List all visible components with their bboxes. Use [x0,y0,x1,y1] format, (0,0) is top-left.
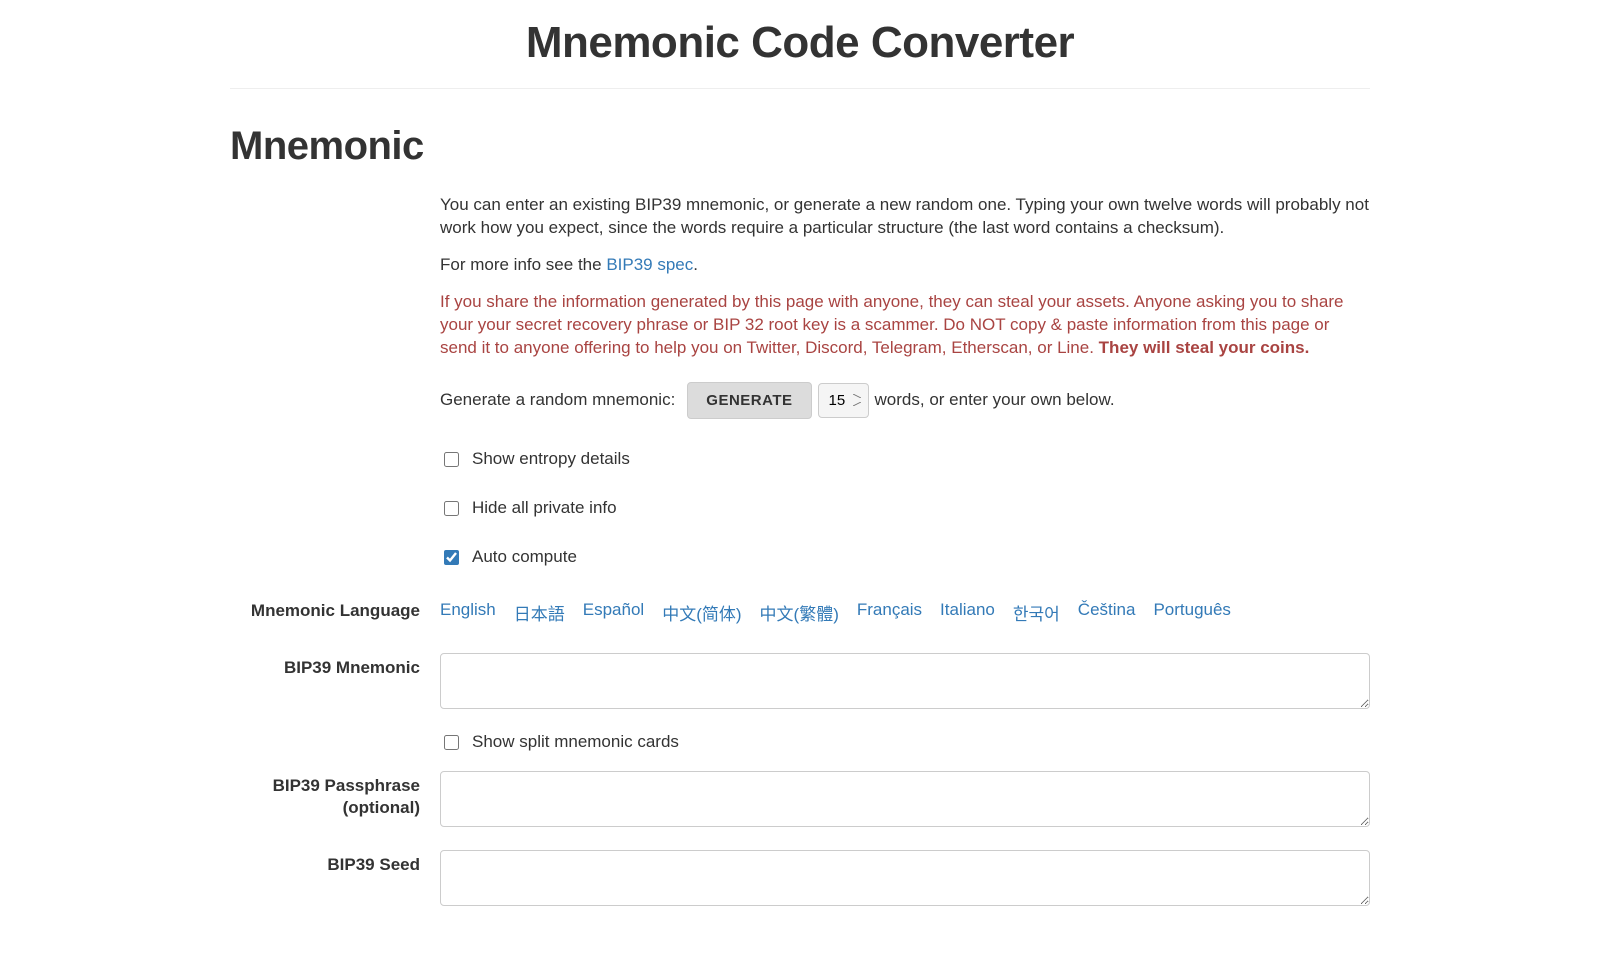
intro-para2-suffix: . [693,255,698,274]
language-link[interactable]: Português [1153,600,1231,625]
language-link[interactable]: 日本語 [514,600,565,625]
divider [230,88,1370,89]
page-title: Mnemonic Code Converter [230,18,1370,68]
language-link[interactable]: Italiano [940,600,995,625]
language-link[interactable]: 한국어 [1013,600,1060,625]
generate-row: Generate a random mnemonic: GENERATE 15 … [440,382,1370,419]
language-link[interactable]: 中文(繁體) [760,600,839,625]
auto-compute-checkbox[interactable] [444,550,459,565]
language-link[interactable]: Čeština [1078,600,1136,625]
show-split-label[interactable]: Show split mnemonic cards [472,732,679,752]
generate-button[interactable]: GENERATE [687,382,811,419]
show-entropy-checkbox[interactable] [444,452,459,467]
show-entropy-row: Show entropy details [440,449,1370,470]
bip39-passphrase-label-line2: (optional) [343,798,420,817]
bip39-mnemonic-label: BIP39 Mnemonic [230,653,440,714]
bip39-passphrase-label-line1: BIP39 Passphrase [273,776,420,795]
language-list: English 日本語 Español 中文(简体) 中文(繁體) Français Ita… [440,600,1370,625]
show-split-checkbox[interactable] [444,735,459,750]
bip39-seed-label: BIP39 Seed [230,850,440,911]
intro-para2-prefix: For more info see the [440,255,606,274]
language-link[interactable]: 中文(简体) [662,600,741,625]
warning-bold: They will steal your coins. [1099,338,1310,357]
generate-trail-text: words, or enter your own below. [875,390,1115,410]
bip39-mnemonic-input[interactable] [440,653,1370,709]
hide-private-checkbox[interactable] [444,501,459,516]
hide-private-row: Hide all private info [440,498,1370,519]
bip39-seed-input[interactable] [440,850,1370,906]
language-link[interactable]: Français [857,600,922,625]
intro-paragraph-1: You can enter an existing BIP39 mnemonic… [440,194,1370,240]
word-count-select-wrap: 15 [818,383,869,418]
generate-lead-text: Generate a random mnemonic: [440,390,675,410]
intro-paragraph-2: For more info see the BIP39 spec. [440,254,1370,277]
language-link[interactable]: Español [583,600,644,625]
warning-paragraph: If you share the information generated b… [440,291,1370,360]
section-heading: Mnemonic [230,124,1370,169]
bip39-passphrase-input[interactable] [440,771,1370,827]
show-split-row: Show split mnemonic cards [440,732,1370,753]
hide-private-label[interactable]: Hide all private info [472,498,617,518]
mnemonic-language-label: Mnemonic Language [230,596,440,653]
word-count-select[interactable]: 15 [818,383,869,418]
bip39-spec-link[interactable]: BIP39 spec [606,255,693,274]
language-link[interactable]: English [440,600,496,625]
show-entropy-label[interactable]: Show entropy details [472,449,630,469]
bip39-passphrase-label: BIP39 Passphrase (optional) [230,771,440,832]
auto-compute-label[interactable]: Auto compute [472,547,577,567]
auto-compute-row: Auto compute [440,547,1370,568]
